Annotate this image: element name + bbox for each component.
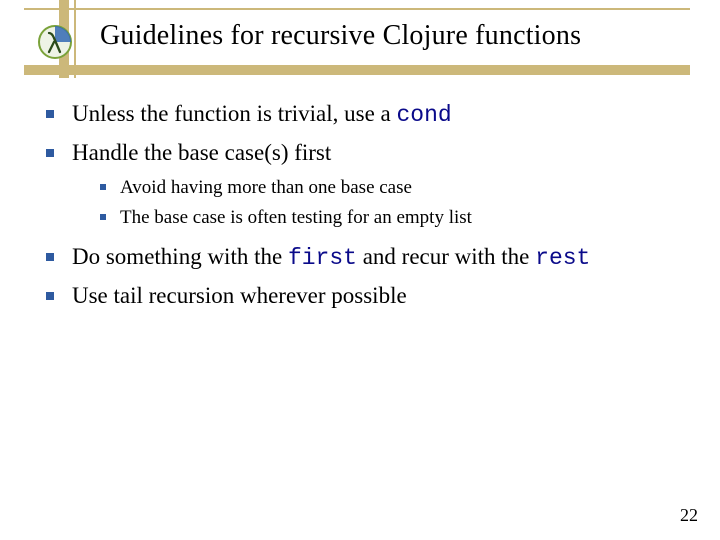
- list-item: Use tail recursion wherever possible: [38, 280, 690, 311]
- bullet-icon: [46, 110, 54, 118]
- slide-body: Unless the function is trivial, use a co…: [38, 92, 690, 317]
- bullet-icon: [46, 253, 54, 261]
- list-item: Handle the base case(s) first: [38, 137, 690, 168]
- bullet-icon: [100, 184, 106, 190]
- list-item-text: Unless the function is trivial, use a co…: [72, 101, 452, 126]
- list-item-text: Do something with the first and recur wi…: [72, 244, 590, 269]
- sublist: Avoid having more than one base case The…: [94, 174, 690, 231]
- bullet-icon: [46, 292, 54, 300]
- slide-title: Guidelines for recursive Clojure functio…: [100, 20, 581, 52]
- list-item-text: Use tail recursion wherever possible: [72, 283, 407, 308]
- list-item-text: Avoid having more than one base case: [120, 177, 412, 198]
- header-rule-bottom: [24, 65, 690, 75]
- lambda-logo-icon: [37, 24, 73, 60]
- header-rule-top: [24, 8, 690, 10]
- list-item: Do something with the first and recur wi…: [38, 241, 690, 274]
- bullet-icon: [46, 149, 54, 157]
- list-item: Avoid having more than one base case: [94, 174, 690, 202]
- slide: Guidelines for recursive Clojure functio…: [0, 0, 720, 540]
- page-number: 22: [680, 505, 698, 526]
- list-item-text: The base case is often testing for an em…: [120, 207, 472, 228]
- list-item: The base case is often testing for an em…: [94, 204, 690, 232]
- list-item-text: Handle the base case(s) first: [72, 140, 331, 165]
- bullet-icon: [100, 214, 106, 220]
- list-item: Unless the function is trivial, use a co…: [38, 98, 690, 131]
